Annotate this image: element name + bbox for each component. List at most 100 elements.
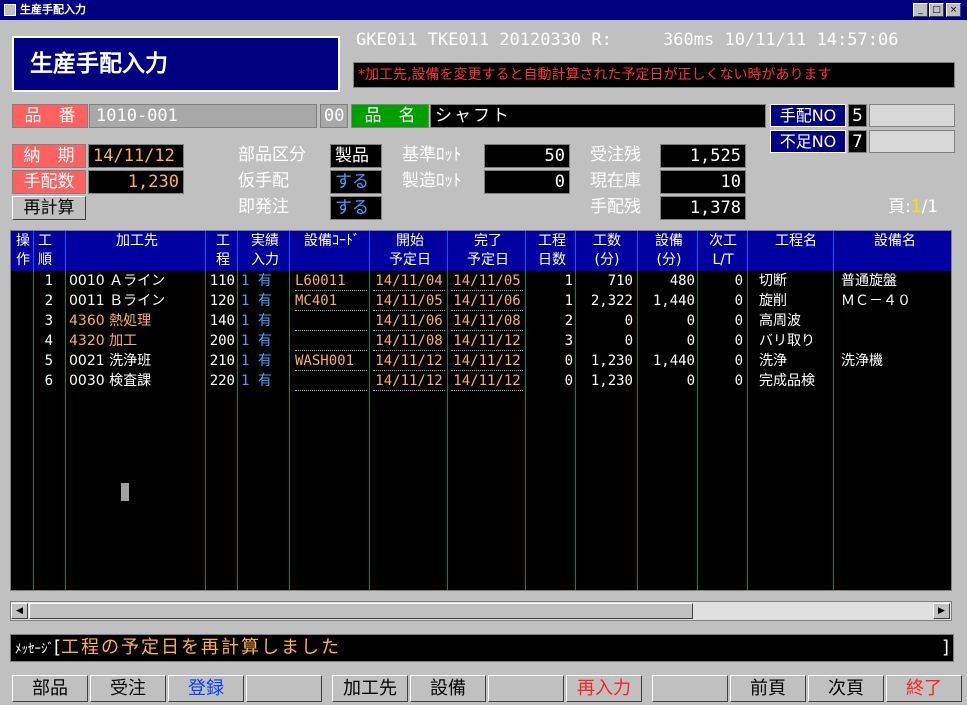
cell-jisseki[interactable]: 1 有 [241,331,287,351]
cell-maker[interactable]: 0030 検査課 [69,371,203,391]
grid-header-divider [237,231,238,271]
cell-maker[interactable]: 0011 Ｂライン [69,291,203,311]
cell-start[interactable]: 14/11/06 [373,311,445,331]
cell-start[interactable]: 14/11/05 [373,291,445,311]
tehai-no-label: 手配NO [770,104,846,127]
cell-days: 1 [564,273,573,289]
cell-end[interactable]: 14/11/12 [451,351,523,371]
cell-maker[interactable]: 4320 加工 [69,331,203,351]
cell-maker[interactable]: 4360 熱処理 [69,311,203,331]
grid-header-divider [637,231,638,271]
cell-jisseki[interactable]: 1 有 [241,311,287,331]
cell-start[interactable]: 14/11/12 [373,351,445,371]
cell-start[interactable]: 14/11/04 [373,271,445,291]
fkey-button-8[interactable]: 再入力 [566,675,642,702]
fkey-button-5[interactable]: 加工先 [332,675,408,702]
cell-equip-code[interactable]: WASH001 [295,351,367,371]
sokuhatchu-field[interactable]: する [330,196,382,220]
cell-jisseki[interactable]: 1 有 [241,371,287,391]
table-row[interactable]: 5 0021 洗浄班 210 1 有 WASH001 14/11/12 14/11/12 0 1… [11,351,951,371]
maximize-icon[interactable]: □ [929,3,944,17]
window-icon[interactable] [4,4,16,16]
hinban-suffix-field[interactable]: 00 [320,104,348,128]
cell-start[interactable]: 14/11/08 [373,331,445,351]
fusoku-no-field[interactable]: 7 [848,130,867,153]
cell-jisseki[interactable]: 1 有 [241,351,287,371]
cell-seq: 2 [44,293,53,309]
process-grid[interactable]: 操 作工 順 加工先 工 程 実績 入力 設備ｺｰﾄﾞ 開始 予定日 完了 予定日 工程 日数… [10,230,952,591]
grid-header-cell: 設備名 [874,233,916,249]
cell-maker[interactable]: 0021 洗浄班 [69,351,203,371]
cell-equip-name [841,311,947,331]
grid-header-divider [205,231,206,271]
hinban-field[interactable]: 1010-001 [89,104,317,128]
grid-header-cell: 開始 予定日 [389,233,431,268]
recalc-button[interactable]: 再計算 [12,196,86,220]
scroll-left-icon[interactable]: ◀ [11,603,28,619]
cell-next-lt: 0 [734,353,743,369]
noki-field[interactable]: 14/11/12 [88,144,184,168]
table-row[interactable]: 6 0030 検査課 220 1 有 14/11/12 14/11/12 0 1,230 0 0 完… [11,371,951,391]
cell-end[interactable]: 14/11/06 [451,291,523,311]
grid-header-cell: 操 作 [16,233,30,268]
cell-start[interactable]: 14/11/12 [373,371,445,391]
kari-tehai-field[interactable]: する [330,170,382,194]
cell-equip-code[interactable] [295,371,367,391]
cell-maker[interactable]: 0010 Ａライン [69,271,203,291]
tehaisu-field[interactable]: 1,230 [88,170,184,194]
cell-equip-code[interactable] [295,331,367,351]
cell-end[interactable]: 14/11/12 [451,331,523,351]
fusoku-no-extra [869,130,955,153]
cell-proc: 140 [209,313,235,329]
fkey-button-11[interactable]: 次頁 [808,675,884,702]
fkey-button-12[interactable]: 終了 [886,675,962,702]
cell-manhours: 0 [624,333,633,349]
fkey-button-2[interactable]: 受注 [90,675,166,702]
cell-end[interactable]: 14/11/12 [451,371,523,391]
fkey-button-9[interactable] [652,675,728,702]
juchuzan-field: 1,525 [660,144,746,168]
cell-equip-code[interactable] [295,311,367,331]
cell-equip-code[interactable]: MC401 [295,291,367,311]
fkey-button-3[interactable]: 登録 [168,675,244,702]
grid-header-divider [33,231,34,271]
cell-jisseki[interactable]: 1 有 [241,271,287,291]
buhin-kubun-field[interactable]: 製品 [330,144,382,168]
minimize-icon[interactable]: _ [913,3,928,17]
cell-days: 2 [564,313,573,329]
cell-end[interactable]: 14/11/08 [451,311,523,331]
fkey-button-10[interactable]: 前頁 [730,675,806,702]
cell-proc-name: バリ取り [759,333,815,349]
cell-seq: 5 [44,353,53,369]
scroll-thumb[interactable] [29,603,693,619]
kijun-lot-field[interactable]: 50 [484,144,570,168]
table-row[interactable]: 3 4360 熱処理 140 1 有 14/11/06 14/11/08 2 0 0 0 高周波 [11,311,951,331]
cell-equip-name [841,331,947,351]
table-row[interactable]: 4 4320 加工 200 1 有 14/11/08 14/11/12 3 0 0 0 バリ取り [11,331,951,351]
cell-equip-code[interactable]: L60011 [295,271,367,291]
fkey-button-6[interactable]: 設備 [410,675,486,702]
fkey-button-7[interactable] [488,675,564,702]
cell-jisseki[interactable]: 1 有 [241,291,287,311]
scroll-right-icon[interactable]: ▶ [933,603,950,619]
hinmei-field[interactable]: シャフト [430,104,766,128]
fkey-button-4[interactable] [246,675,322,702]
cell-manhours: 1,230 [590,373,633,389]
tehai-no-field[interactable]: 5 [848,104,867,127]
cell-next-lt: 0 [734,273,743,289]
grid-header-cell: 設備ｺｰﾄﾞ [304,233,360,249]
cell-equip-name [841,371,947,391]
message-label: ﾒｯｾｰｼﾞ [15,642,54,657]
close-icon[interactable]: × [946,3,961,17]
seizo-lot-field[interactable]: 0 [484,170,570,194]
table-row[interactable]: 1 0010 Ａライン 110 1 有 L60011 14/11/04 14/11/05 1 7… [11,271,951,291]
cell-end[interactable]: 14/11/05 [451,271,523,291]
cell-proc: 220 [209,373,235,389]
horizontal-scrollbar[interactable]: ◀ ▶ [10,601,952,621]
grid-header-divider [575,231,576,271]
fkey-button-1[interactable]: 部品 [12,675,88,702]
page-current: 1 [910,197,922,217]
table-row[interactable]: 2 0011 Ｂライン 120 1 有 MC401 14/11/05 14/11/06 1 2,… [11,291,951,311]
cell-days: 0 [564,373,573,389]
buhin-kubun-label: 部品区分 [238,145,306,165]
